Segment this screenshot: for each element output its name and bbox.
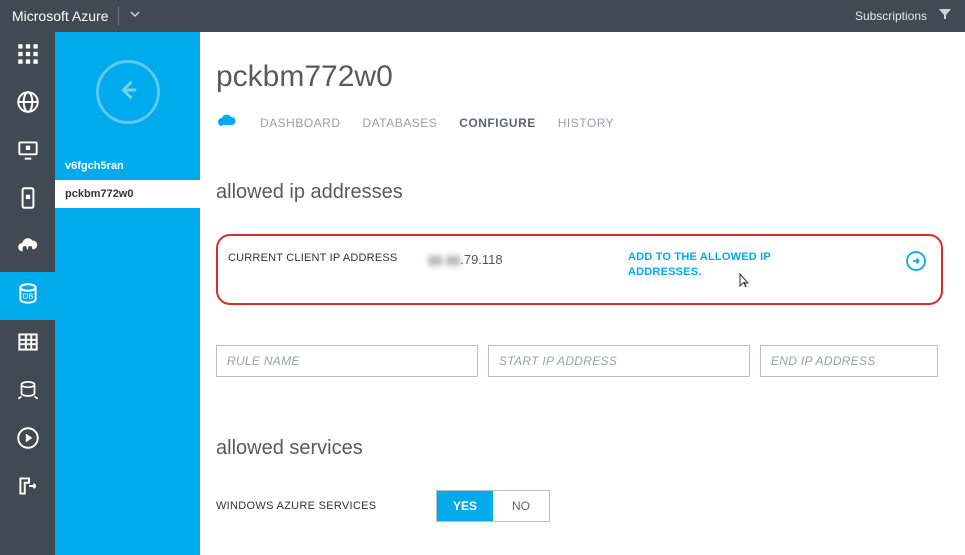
monitor-cube-icon bbox=[15, 137, 41, 168]
mobile-cube-icon bbox=[15, 185, 41, 216]
page-title: pckbm772w0 bbox=[216, 60, 965, 94]
globe-icon bbox=[15, 89, 41, 120]
divider bbox=[118, 7, 119, 25]
nav-cloud[interactable] bbox=[0, 224, 55, 272]
nav-servicebus[interactable] bbox=[0, 464, 55, 512]
cloud-gear-icon bbox=[15, 233, 41, 264]
ip-rule-inputs bbox=[216, 345, 965, 377]
end-ip-input[interactable] bbox=[760, 345, 938, 377]
current-ip-value: ▮▮.▮▮.79.118 bbox=[428, 250, 628, 268]
add-to-allowed-link[interactable]: ADD TO THE ALLOWED IP ADDRESSES. bbox=[628, 250, 798, 281]
play-circle-icon bbox=[15, 425, 41, 456]
arrow-right-circle-icon[interactable] bbox=[905, 250, 927, 277]
arrow-left-icon bbox=[114, 76, 142, 109]
server-item-selected[interactable]: pckbm772w0 bbox=[55, 180, 200, 208]
grid-table-icon bbox=[15, 329, 41, 360]
nav-all-items[interactable] bbox=[0, 32, 55, 80]
tab-history[interactable]: HISTORY bbox=[558, 116, 614, 130]
tab-configure[interactable]: CONFIGURE bbox=[459, 116, 536, 130]
nav-mobile[interactable] bbox=[0, 176, 55, 224]
db-icon: DB bbox=[15, 281, 41, 312]
filter-icon[interactable] bbox=[937, 6, 953, 27]
server-item[interactable]: v6fgch5ran bbox=[55, 152, 200, 180]
nav-web[interactable] bbox=[0, 80, 55, 128]
nav-rail: DB bbox=[0, 32, 55, 555]
azure-services-label: WINDOWS AZURE SERVICES bbox=[216, 500, 396, 512]
current-ip-label: CURRENT CLIENT IP ADDRESS bbox=[228, 250, 428, 264]
nav-vm[interactable] bbox=[0, 128, 55, 176]
apps-icon bbox=[15, 41, 41, 72]
back-button[interactable] bbox=[96, 60, 160, 124]
section-allowed-services-title: allowed services bbox=[216, 437, 965, 460]
topbar-left: Microsoft Azure bbox=[12, 7, 141, 25]
azure-services-toggle[interactable]: YES NO bbox=[436, 490, 550, 522]
cloud-icon bbox=[216, 112, 238, 133]
content-area: pckbm772w0 DASHBOARD DATABASES CONFIGURE… bbox=[200, 32, 965, 555]
toggle-no[interactable]: NO bbox=[493, 491, 549, 521]
nav-storage[interactable] bbox=[0, 320, 55, 368]
toggle-yes[interactable]: YES bbox=[437, 491, 493, 521]
nav-media[interactable] bbox=[0, 416, 55, 464]
topbar-right: Subscriptions bbox=[855, 6, 953, 27]
azure-services-row: WINDOWS AZURE SERVICES YES NO bbox=[216, 490, 965, 522]
tab-databases[interactable]: DATABASES bbox=[363, 116, 438, 130]
tab-dashboard[interactable]: DASHBOARD bbox=[260, 116, 341, 130]
nav-hdinsight[interactable] bbox=[0, 368, 55, 416]
chevron-down-icon[interactable] bbox=[129, 7, 141, 25]
rule-name-input[interactable] bbox=[216, 345, 478, 377]
export-icon bbox=[15, 473, 41, 504]
subscriptions-link[interactable]: Subscriptions bbox=[855, 9, 927, 23]
start-ip-input[interactable] bbox=[488, 345, 750, 377]
tabs: DASHBOARD DATABASES CONFIGURE HISTORY bbox=[216, 112, 965, 133]
db-arrows-icon bbox=[15, 377, 41, 408]
top-bar: Microsoft Azure Subscriptions bbox=[0, 0, 965, 32]
server-side-panel: v6fgch5ran pckbm772w0 bbox=[55, 32, 200, 555]
nav-sql-db[interactable]: DB bbox=[0, 272, 55, 320]
svg-text:DB: DB bbox=[22, 291, 33, 300]
brand-label: Microsoft Azure bbox=[12, 8, 108, 24]
section-allowed-ip-title: allowed ip addresses bbox=[216, 181, 965, 204]
current-ip-box: CURRENT CLIENT IP ADDRESS ▮▮.▮▮.79.118 A… bbox=[216, 234, 943, 305]
